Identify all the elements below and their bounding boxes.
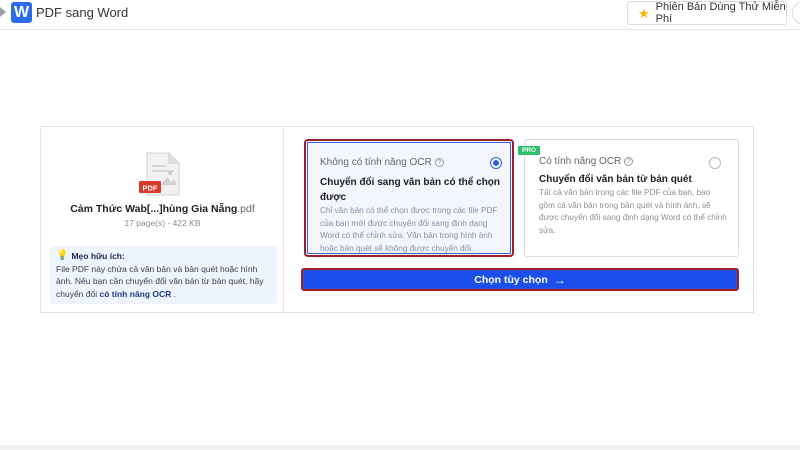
option-ocr-heading-text: Có tính năng OCR <box>539 156 622 167</box>
conversion-options-card: PDF Cảm Thức Wab[...]hùng Gia Nẵng.pdf 1… <box>40 126 754 313</box>
option-ocr[interactable]: PRO Có tính năng OCR ? Chuyển đổi văn bả… <box>518 139 739 257</box>
file-name-text: Cảm Thức Wab[...]hùng Gia Nẵng <box>70 203 238 215</box>
file-info-pane: PDF Cảm Thức Wab[...]hùng Gia Nẵng.pdf 1… <box>41 127 284 312</box>
tip-title: 💡 Mẹo hữu ích: <box>56 250 271 263</box>
ocr-link[interactable]: có tính năng OCR <box>99 289 171 299</box>
word-logo-icon: W <box>11 2 32 23</box>
lightbulb-icon: 💡 <box>56 250 69 261</box>
helpful-tip-box: 💡 Mẹo hữu ích: File PDF này chứa cả văn … <box>50 246 277 304</box>
tip-text: File PDF này chứa cả văn bản và bản quét… <box>56 263 271 301</box>
top-bar: W PDF sang Word ★ Phiên Bản Dùng Thử Miễ… <box>0 0 800 30</box>
tip-text-end: . <box>171 288 176 299</box>
choose-option-button[interactable]: Chọn tùy chọn → <box>301 268 739 291</box>
star-icon: ★ <box>638 5 650 21</box>
option-no-ocr-description: Chỉ văn bản có thể chọn được trong các f… <box>320 206 498 253</box>
option-ocr-radio[interactable] <box>709 157 721 169</box>
file-meta: 17 page(s) - 422 KB <box>124 218 201 228</box>
pro-badge: PRO <box>518 146 541 155</box>
option-no-ocr-heading-text: Không có tính năng OCR <box>320 157 432 168</box>
file-name: Cảm Thức Wab[...]hùng Gia Nẵng.pdf <box>41 203 284 215</box>
app-title: PDF sang Word <box>36 5 129 20</box>
free-trial-button[interactable]: ★ Phiên Bản Dùng Thử Miễn Phí <box>627 1 787 25</box>
tip-title-text: Mẹo hữu ích: <box>71 251 125 261</box>
account-button[interactable] <box>792 1 800 25</box>
file-extension: .pdf <box>237 203 255 215</box>
option-ocr-description: Tất cả văn bản trong các file PDF của bạ… <box>539 188 727 235</box>
pdf-file-icon: PDF <box>139 152 180 196</box>
option-ocr-title: Chuyển đổi văn bản từ bản quét <box>539 174 692 185</box>
free-trial-label: Phiên Bản Dùng Thử Miễn Phí <box>655 1 786 25</box>
option-ocr-heading: Có tính năng OCR ? <box>539 156 634 167</box>
option-no-ocr-title: Chuyển đổi sang văn bản có thể chọn được <box>320 177 501 203</box>
arrow-right-icon: → <box>553 272 566 287</box>
help-icon[interactable]: ? <box>624 157 634 166</box>
pdf-badge-text: PDF <box>143 184 158 193</box>
help-icon[interactable]: ? <box>434 158 444 167</box>
footer-strip <box>0 445 800 450</box>
choose-option-label: Chọn tùy chọn <box>474 273 548 286</box>
option-no-ocr-heading: Không có tính năng OCR ? <box>320 157 444 168</box>
collapse-arrow-icon[interactable] <box>0 7 6 17</box>
option-no-ocr-radio[interactable] <box>490 157 502 169</box>
option-no-ocr[interactable]: Không có tính năng OCR ? Chuyển đổi sang… <box>304 139 514 257</box>
